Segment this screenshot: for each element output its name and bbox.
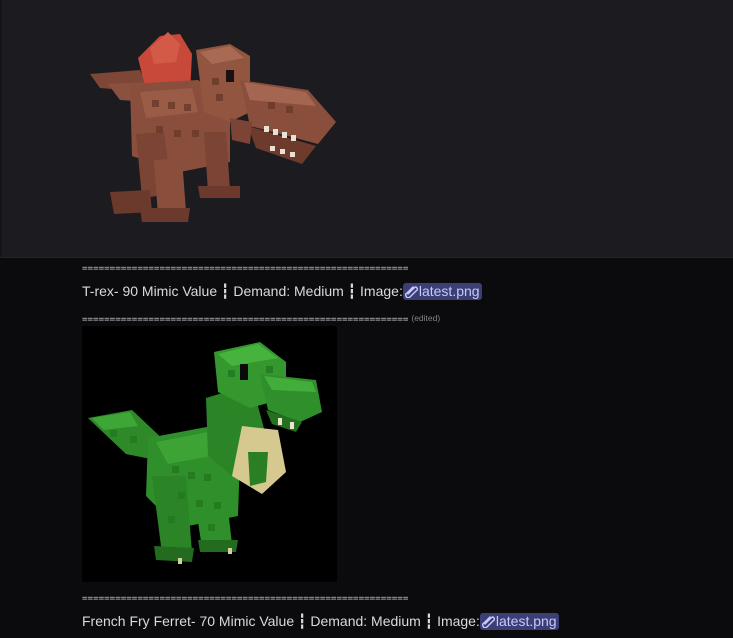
attachment-filename: latest.png	[495, 613, 557, 629]
divider-bar: ┇	[424, 613, 434, 629]
message-name: French Fry Ferret- 70 Mimic Value	[82, 613, 295, 629]
attachment-filename: latest.png	[418, 283, 480, 299]
image-label: Image:	[437, 613, 480, 629]
separator-line: ========================================…	[82, 593, 409, 604]
trex-leg-front	[204, 132, 230, 192]
raptor-leg-back	[152, 476, 192, 554]
divider-bar: ┇	[347, 283, 357, 299]
message-name: T-rex- 90 Mimic Value	[82, 283, 218, 299]
divider-bar: ┇	[298, 613, 307, 629]
divider-bar: ┇	[221, 283, 230, 299]
embed-edge	[0, 0, 2, 257]
demand-text: Demand: Medium	[233, 283, 344, 299]
attachment-link[interactable]: latest.png	[479, 613, 559, 630]
paperclip-icon	[404, 286, 418, 298]
attachment-link[interactable]: latest.png	[402, 283, 482, 300]
paperclip-icon	[481, 616, 495, 628]
trex-image[interactable]	[80, 22, 350, 232]
message-line-trex: T-rex- 90 Mimic Value ┇ Demand: Medium ┇…	[82, 283, 482, 300]
edited-label: (edited)	[411, 313, 441, 323]
separator-row: ========================================…	[82, 309, 440, 325]
image-embed-panel	[0, 0, 733, 258]
separator-line: ========================================…	[82, 314, 409, 325]
image-label: Image:	[360, 283, 403, 299]
demand-text: Demand: Medium	[310, 613, 421, 629]
message-line-ferret: French Fry Ferret- 70 Mimic Value ┇ Dema…	[82, 613, 559, 630]
raptor-graphic	[88, 342, 322, 564]
separator-line: ========================================…	[82, 263, 409, 274]
raptor-image[interactable]	[82, 326, 337, 582]
